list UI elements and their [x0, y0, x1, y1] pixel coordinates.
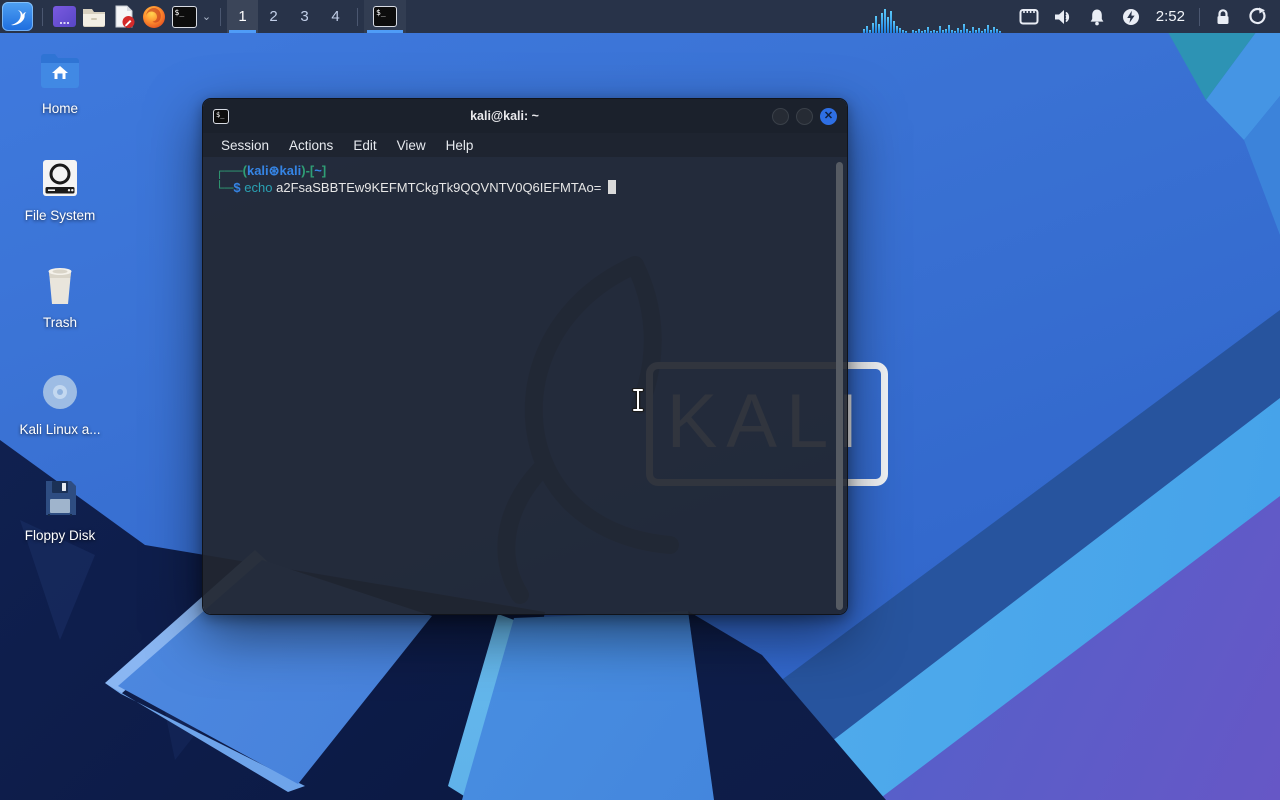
- prompt-user: kali⊛kali: [246, 163, 302, 178]
- terminal-window: $_ kali@kali: ~ ✕ Session Actions Edit V…: [202, 98, 848, 615]
- panel-right-cluster: 2:52: [862, 0, 1280, 33]
- dashboard-icon: [52, 6, 76, 27]
- close-icon: ✕: [823, 109, 834, 122]
- disc-icon: [37, 369, 83, 415]
- firefox-icon: [143, 5, 165, 28]
- kali-dragon-icon: [10, 9, 26, 25]
- top-panel: $_ ⌄ 1 2 3 4 $_ 2:52: [0, 0, 1280, 33]
- power-manager-icon[interactable]: [1114, 0, 1148, 33]
- i-beam-cursor: [631, 388, 645, 412]
- filesystem-drive-icon: [37, 155, 83, 201]
- clipboard-icon[interactable]: [1012, 0, 1046, 33]
- launcher-firefox[interactable]: [139, 0, 169, 33]
- desktop-icon-floppy-disk[interactable]: Floppy Disk: [16, 475, 104, 575]
- workspace-1[interactable]: 1: [227, 0, 258, 33]
- cpu-graph[interactable]: [862, 6, 908, 33]
- prompt-frame: )-[: [301, 163, 315, 178]
- launcher-dashboard[interactable]: [49, 0, 79, 33]
- launcher-text-editor[interactable]: [109, 0, 139, 33]
- window-buttons: ✕: [772, 107, 837, 125]
- panel-separator: [1199, 7, 1200, 26]
- prompt-frame: ┌──(: [215, 163, 247, 178]
- file-manager-icon: [83, 8, 105, 27]
- close-button[interactable]: ✕: [820, 107, 837, 125]
- panel-separator: [42, 7, 43, 26]
- prompt-path: ~: [314, 163, 322, 178]
- panel-separator: [357, 7, 358, 26]
- desktop-icon-label: Kali Linux a...: [19, 422, 101, 437]
- workspace-4[interactable]: 4: [320, 0, 351, 33]
- terminal-cursor: [608, 180, 617, 194]
- terminal-icon: $_: [213, 108, 229, 124]
- workspace-4-label: 4: [331, 8, 340, 25]
- trash-icon: [37, 262, 83, 308]
- prompt-symbol: $: [233, 180, 241, 195]
- prompt-frame: └─: [215, 180, 234, 195]
- desktop-icon-trash[interactable]: Trash: [16, 262, 104, 362]
- menu-view[interactable]: View: [387, 138, 436, 153]
- workspace-2-label: 2: [269, 8, 278, 25]
- floppy-disk-icon: [37, 475, 83, 521]
- desktop-icon-home[interactable]: Home: [16, 48, 104, 148]
- notifications-bell-icon[interactable]: [1080, 0, 1114, 33]
- workspace-1-label: 1: [238, 8, 247, 25]
- desktop-icon-label: Floppy Disk: [24, 528, 96, 543]
- launcher-terminal[interactable]: $_: [169, 0, 199, 33]
- text-editor-icon: [115, 5, 135, 28]
- desktop-icon-file-system[interactable]: File System: [16, 155, 104, 255]
- menu-edit[interactable]: Edit: [343, 138, 386, 153]
- menu-actions[interactable]: Actions: [279, 138, 343, 153]
- prompt-frame: ]: [321, 163, 327, 178]
- command-argument: a2FsaSBBTEw9KEFMTCkgTk9QQVNTV0Q6IEFMTAo=: [276, 180, 602, 195]
- chevron-down-icon[interactable]: ⌄: [199, 0, 214, 33]
- command-text: echo: [244, 180, 273, 195]
- volume-icon[interactable]: [1046, 0, 1080, 33]
- minimize-button[interactable]: [772, 107, 789, 125]
- scrollbar[interactable]: [836, 162, 843, 610]
- workspace-2[interactable]: 2: [258, 0, 289, 33]
- window-title: kali@kali: ~: [470, 109, 539, 123]
- home-folder-icon: [37, 48, 83, 94]
- kali-menu-button[interactable]: [2, 2, 33, 31]
- panel-left-cluster: $_ ⌄ 1 2 3 4 $_: [0, 0, 406, 33]
- desktop-icon-label: Trash: [42, 315, 77, 330]
- terminal-icon: $_: [171, 5, 197, 28]
- prompt-line-2: └─$ echo a2FsaSBBTEw9KEFMTCkgTk9QQVNTV0Q…: [215, 179, 847, 196]
- workspace-3-label: 3: [300, 8, 309, 25]
- desktop-screen: KALI: [0, 0, 1280, 800]
- workspace-3[interactable]: 3: [289, 0, 320, 33]
- terminal-menubar: Session Actions Edit View Help: [203, 133, 847, 157]
- window-titlebar[interactable]: $_ kali@kali: ~ ✕: [203, 99, 847, 133]
- network-graph[interactable]: [911, 6, 1002, 33]
- logout-icon[interactable]: [1240, 0, 1274, 33]
- menu-help[interactable]: Help: [436, 138, 484, 153]
- clock[interactable]: 2:52: [1148, 8, 1193, 25]
- lock-icon[interactable]: [1206, 0, 1240, 33]
- prompt-line-1: ┌──(kali⊛kali)-[~]: [215, 162, 847, 179]
- desktop-icon-kali-linux[interactable]: Kali Linux a...: [16, 369, 104, 469]
- launcher-file-manager[interactable]: [79, 0, 109, 33]
- menu-session[interactable]: Session: [211, 138, 279, 153]
- desktop-icon-label: File System: [24, 208, 96, 223]
- terminal-content[interactable]: ┌──(kali⊛kali)-[~] └─$ echo a2FsaSBBTEw9…: [203, 157, 847, 614]
- maximize-button[interactable]: [796, 107, 813, 125]
- panel-separator: [220, 7, 221, 26]
- terminal-icon: $_: [373, 6, 397, 27]
- desktop-icon-label: Home: [41, 101, 78, 116]
- taskbar-terminal-button[interactable]: $_: [364, 0, 406, 33]
